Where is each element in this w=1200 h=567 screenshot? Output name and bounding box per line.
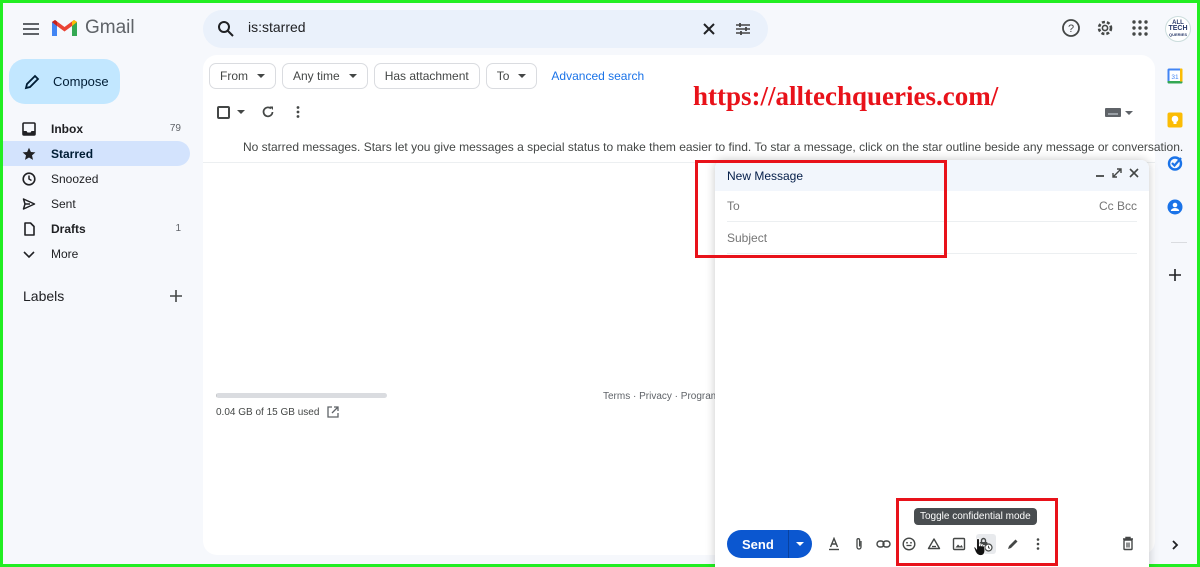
caret-down-icon (518, 74, 527, 78)
avatar[interactable]: ALL TECH QUERIES (1165, 16, 1191, 42)
caret-down-icon (1125, 111, 1133, 115)
expand-panel-icon[interactable] (1167, 537, 1183, 553)
link-icon[interactable] (876, 536, 892, 552)
sidebar-nav: Inbox 79 Starred Snoozed Sent Drafts 1 M… (3, 116, 190, 266)
more-vert-icon[interactable] (291, 105, 305, 119)
sidebar-item-more[interactable]: More (3, 241, 190, 266)
fullscreen-icon[interactable] (1112, 168, 1122, 178)
caret-down-icon (237, 110, 245, 114)
help-icon[interactable]: ? (1061, 18, 1081, 38)
storage-text: 0.04 GB of 15 GB used (216, 406, 320, 418)
refresh-icon[interactable] (261, 105, 275, 119)
draft-icon (21, 221, 37, 237)
attach-icon[interactable] (851, 536, 867, 552)
clock-icon (21, 171, 37, 187)
keep-icon[interactable] (1167, 112, 1183, 128)
schedule-send-dropdown[interactable] (787, 530, 812, 558)
search-filter-chips: From Any time Has attachment To Advanced… (209, 63, 644, 89)
empty-state-message: No starred messages. Stars let you give … (243, 140, 1184, 154)
send-button[interactable]: Send (727, 530, 788, 558)
labels-heading: Labels (23, 288, 65, 304)
main-menu-icon[interactable] (20, 18, 42, 40)
star-icon (21, 146, 37, 162)
apps-icon[interactable] (1130, 18, 1150, 38)
cc-bcc-link[interactable]: Cc Bcc (1099, 199, 1137, 213)
caret-down-icon (796, 542, 805, 546)
watermark-url: https://alltechqueries.com/ (693, 81, 999, 111)
sidebar-item-label: Sent (51, 196, 76, 211)
storage-bar-fill (216, 393, 217, 398)
gmail-m-icon (52, 19, 77, 36)
minimize-icon[interactable] (1095, 168, 1105, 178)
input-tools-icon[interactable] (1105, 108, 1133, 118)
select-all-checkbox[interactable] (217, 105, 245, 119)
app-name: Gmail (85, 17, 135, 38)
sidebar-item-snoozed[interactable]: Snoozed (3, 166, 190, 191)
annotation-box-recipient-fields (695, 160, 947, 258)
filter-has-attachment[interactable]: Has attachment (373, 63, 480, 89)
compose-label: Compose (53, 74, 109, 89)
gmail-logo[interactable]: Gmail (52, 17, 135, 39)
compose-window-controls (1095, 168, 1139, 178)
divider (1171, 242, 1187, 243)
settings-icon[interactable] (1095, 18, 1115, 38)
tasks-icon[interactable] (1167, 155, 1183, 171)
chevron-down-icon (21, 246, 37, 262)
sidebar-item-sent[interactable]: Sent (3, 191, 190, 216)
send-icon (21, 196, 37, 212)
sidebar-item-inbox[interactable]: Inbox 79 (3, 116, 190, 141)
message-body[interactable] (727, 256, 1137, 518)
calendar-icon[interactable]: 31 (1167, 68, 1183, 84)
checkbox-icon (217, 105, 230, 119)
caret-down-icon (257, 74, 265, 78)
storage-bar (216, 393, 387, 398)
footer-links[interactable]: Terms · Privacy · Program (603, 391, 719, 402)
sidebar-item-label: Inbox (51, 121, 83, 136)
search-bar (203, 10, 768, 48)
search-icon[interactable] (217, 20, 235, 38)
search-input[interactable] (248, 19, 648, 35)
close-icon[interactable] (1129, 168, 1139, 178)
svg-text:31: 31 (1171, 74, 1179, 81)
svg-text:?: ? (1068, 23, 1074, 35)
add-addon-icon[interactable] (1167, 267, 1183, 283)
sidebar-item-label: More (51, 246, 79, 261)
storage-usage: 0.04 GB of 15 GB used (216, 406, 340, 418)
sidebar-item-starred[interactable]: Starred (3, 141, 190, 166)
sidebar-item-label: Drafts (51, 221, 86, 236)
unread-count: 79 (169, 123, 181, 134)
format-text-icon[interactable] (826, 536, 842, 552)
clear-search-icon[interactable] (700, 20, 718, 38)
filter-from[interactable]: From (209, 63, 276, 89)
annotation-box-confidential-mode (896, 498, 1058, 566)
advanced-search-link[interactable]: Advanced search (551, 69, 644, 83)
caret-down-icon (348, 74, 357, 78)
filter-any-time[interactable]: Any time (282, 63, 368, 89)
sidebar-item-label: Snoozed (51, 171, 99, 186)
draft-count: 1 (175, 223, 181, 234)
send-split-button: Send (727, 530, 812, 558)
compose-button[interactable]: Compose (9, 59, 120, 104)
contacts-icon[interactable] (1167, 199, 1183, 215)
filter-to[interactable]: To (485, 63, 538, 89)
sidebar-item-label: Starred (51, 146, 94, 161)
inbox-icon (21, 121, 37, 137)
list-toolbar (217, 105, 305, 119)
search-options-icon[interactable] (734, 20, 752, 38)
sidebar-item-drafts[interactable]: Drafts 1 (3, 216, 190, 241)
pencil-icon (24, 74, 40, 90)
add-label-icon[interactable] (168, 288, 184, 304)
discard-draft-icon[interactable] (1121, 536, 1135, 551)
open-external-icon[interactable] (327, 406, 340, 418)
